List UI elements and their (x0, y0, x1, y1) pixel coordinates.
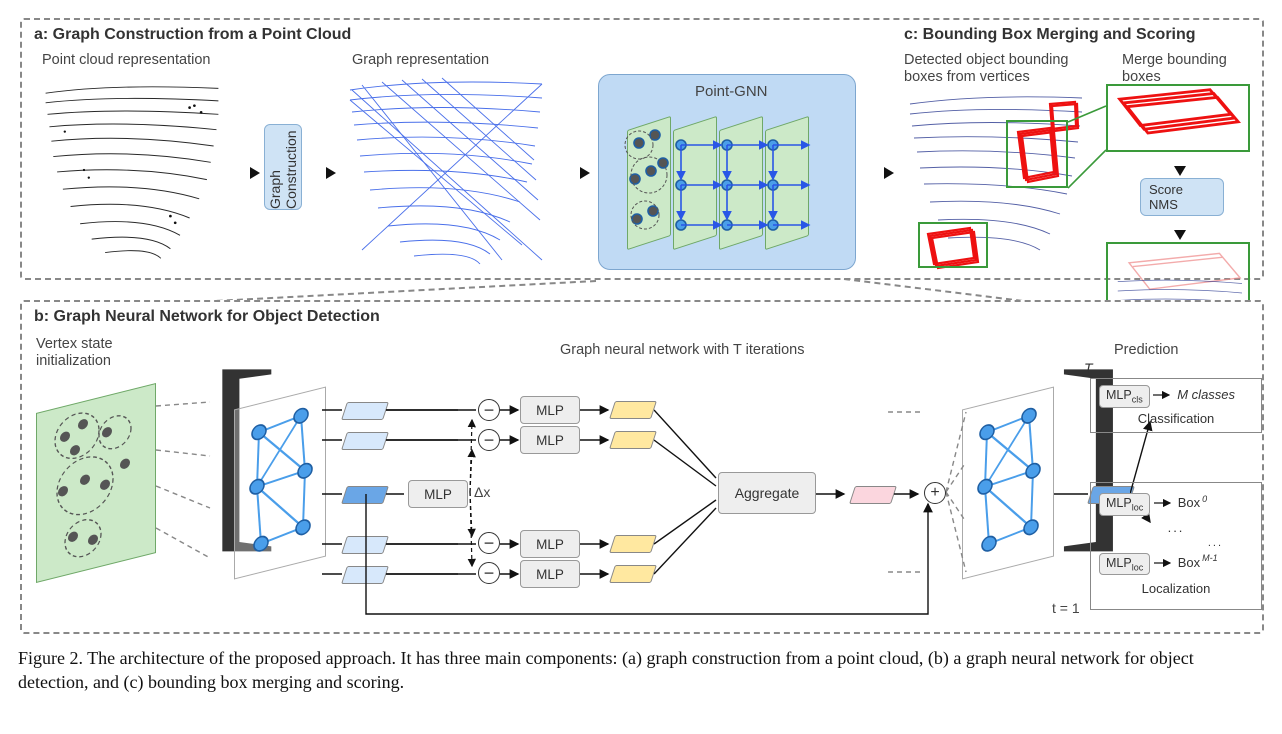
arrow-icon (866, 164, 894, 186)
gnn-iter-label: Graph neural network with T iterations (560, 342, 804, 358)
mlp-box: MLP (520, 426, 580, 454)
graph-construction-box: Graph Construction (264, 124, 302, 210)
small-arrow-icon (1154, 498, 1174, 508)
arrow-icon (308, 164, 336, 186)
detection-image (902, 86, 1090, 272)
figure-caption: Figure 2. The architecture of the propos… (18, 646, 1264, 695)
down-arrow-icon (1171, 218, 1189, 240)
classification-box: MLPcls M classes Classification (1090, 378, 1262, 433)
classification-label: Classification (1099, 411, 1253, 426)
small-arrow-icon (1154, 558, 1174, 568)
vertex-init-plane (36, 383, 156, 583)
t-equals-label: t = 1 (1052, 600, 1080, 616)
boxm1-text: BoxM-1 (1178, 555, 1218, 570)
m-classes-text: M classes (1177, 387, 1235, 402)
ellipsis-1: ... (1099, 520, 1253, 535)
merge-column: Score NMS (1106, 84, 1254, 310)
mlp-box: MLP (520, 396, 580, 424)
mlp-loc-box: MLPloc (1099, 553, 1150, 576)
short-arrow-icon (1054, 486, 1094, 502)
edge-feature-block-icon (609, 431, 657, 449)
vertex-init-label: Vertex state initialization (36, 336, 146, 369)
layer-connections-icon (671, 115, 821, 255)
score-nms-box: Score NMS (1140, 178, 1224, 216)
arrow-icon (232, 164, 260, 186)
residual-line-icon (342, 486, 942, 622)
panel-c-title: c: Bounding Box Merging and Scoring (904, 26, 1196, 44)
panel-a: a: Graph Construction from a Point Cloud… (20, 18, 1264, 280)
graph-rep-image (342, 70, 552, 270)
mlp-loc-box: MLPloc (1099, 493, 1150, 516)
merge-bbox-label: Merge bounding boxes (1122, 52, 1252, 85)
graph-plane-left (234, 387, 326, 580)
panel-b-title: b: Graph Neural Network for Object Detec… (34, 308, 380, 326)
point-gnn-container: Point-GNN (598, 74, 856, 270)
panel-a-title: a: Graph Construction from a Point Cloud (34, 26, 351, 44)
green-connector-icon (1068, 100, 1112, 240)
ellipsis-2: ... (1099, 537, 1253, 549)
dashed-mid-icon (888, 392, 928, 592)
pointcloud-label: Point cloud representation (42, 52, 210, 68)
point-gnn-label: Point-GNN (695, 83, 768, 100)
mlp-cls-box: MLPcls (1099, 385, 1150, 408)
fanout-lines-icon (154, 380, 214, 586)
localization-label: Localization (1099, 581, 1253, 596)
t-superscript: T (1084, 360, 1093, 376)
small-arrow-icon (1153, 390, 1173, 400)
graph-rep-label: Graph representation (352, 52, 489, 68)
down-arrow-icon (1171, 154, 1189, 176)
dashed-fan-icon (946, 392, 974, 592)
highlight-rect-icon (918, 222, 988, 268)
detected-bbox-label: Detected object bounding boxes from vert… (904, 52, 1084, 85)
highlight-rect-icon (1006, 120, 1068, 188)
graph-construction-label: Graph Construction (267, 125, 299, 209)
graph-plane-right (962, 387, 1054, 580)
box0-text: Box0 (1178, 495, 1207, 510)
localization-box: MLPloc Box0 ... ... MLPloc BoxM-1 Locali… (1090, 482, 1262, 610)
prediction-label: Prediction (1114, 342, 1178, 358)
panel-b: b: Graph Neural Network for Object Detec… (20, 300, 1264, 634)
merge-top-image (1106, 84, 1250, 152)
point-cloud-image (36, 70, 228, 270)
edge-feature-block-icon (609, 401, 657, 419)
arrow-icon (562, 164, 590, 186)
